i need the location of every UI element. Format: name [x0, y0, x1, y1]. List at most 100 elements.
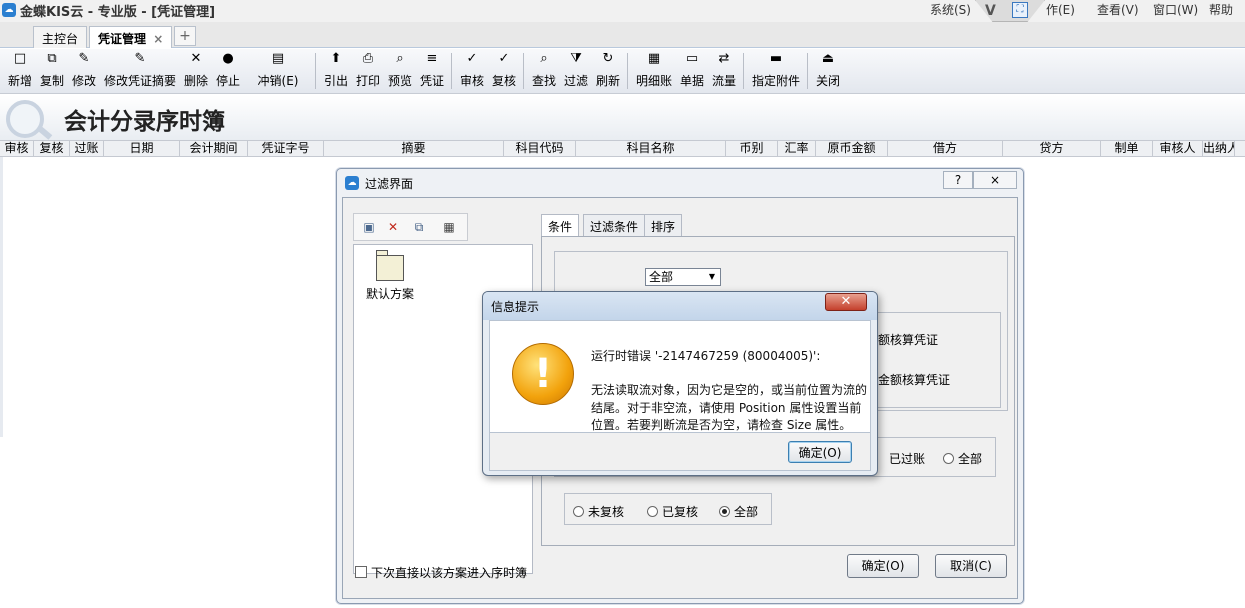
menu-help[interactable]: 帮助 — [1209, 1, 1233, 18]
tab-sort[interactable]: 排序 — [644, 214, 683, 236]
error-code-text: 运行时错误 '-2147467259 (80004005)': — [591, 349, 821, 363]
toolbar-separator — [451, 53, 452, 89]
title-bar: ☁ 金蝶KIS云 - 专业版 - [凭证管理] 系统(S) V ⛶ 作(E) 查… — [0, 0, 1245, 22]
radio-selected-icon — [719, 506, 730, 517]
copy-icon: ⧉ — [47, 51, 57, 66]
radio-icon — [647, 506, 658, 517]
scope-select[interactable]: 全部 ▼ — [645, 268, 721, 286]
posting-all-label: 全部 — [958, 452, 983, 466]
menu-view[interactable]: 查看(V) — [1097, 1, 1139, 18]
scope-select-value: 全部 — [649, 270, 674, 284]
toolbar-button-label: 流量 — [711, 74, 736, 88]
close-button[interactable]: × — [973, 171, 1017, 189]
column-header[interactable]: 科目名称 — [576, 141, 726, 156]
column-header[interactable]: 原币金额 — [816, 141, 888, 156]
recheck-all-option[interactable]: 全部 — [719, 503, 758, 520]
tab-home[interactable]: 主控台 — [33, 26, 88, 48]
new-doc-icon: □ — [13, 51, 27, 66]
filter-icon: ⧩ — [570, 51, 582, 66]
toolbar-button[interactable]: ↻ 刷新 — [593, 51, 623, 91]
toolbar-button[interactable]: ⧉ 复制 — [37, 51, 67, 91]
column-header[interactable]: 凭证字号 — [248, 141, 324, 156]
column-header[interactable]: 摘要 — [324, 141, 504, 156]
menu-system[interactable]: 系统(S) — [930, 1, 971, 18]
help-button[interactable]: ? — [943, 171, 973, 189]
chevron-down-icon[interactable]: ▼ — [706, 271, 718, 283]
ok-button[interactable]: 确定(O) — [847, 554, 919, 578]
column-header-row: 审核 复核 过账 日期 会计期间 凭证字号 摘要 科目代码 科目名称 币别 汇率 原币金额 借方 贷方 制单… — [0, 140, 1245, 157]
unrechecked-label: 未复核 — [588, 505, 625, 519]
rechecked-label: 已复核 — [662, 505, 699, 519]
toolbar-button[interactable]: ✓ 复核 — [489, 51, 519, 91]
column-header[interactable]: 贷方 — [1003, 141, 1101, 156]
toolbar-button[interactable]: ▭ 单据 — [677, 51, 707, 91]
column-header[interactable]: 币别 — [726, 141, 778, 156]
column-header[interactable]: 日期 — [104, 141, 180, 156]
copy-scheme-icon[interactable]: ⧉ — [410, 218, 428, 236]
toolbar-button[interactable]: ✎ 修改凭证摘要 — [101, 51, 179, 91]
toolbar-button-label: 复核 — [491, 74, 516, 88]
delete-icon[interactable]: ✕ — [384, 218, 402, 236]
toolbar-button[interactable]: ⇄ 流量 — [709, 51, 739, 91]
toolbar-button-label: 预览 — [387, 74, 412, 88]
toolbar-button-label: 停止 — [215, 74, 240, 88]
toolbar-button[interactable]: ✎ 修改 — [69, 51, 99, 91]
toolbar-separator — [627, 53, 628, 89]
column-header[interactable]: 出纳人 — [1203, 141, 1235, 156]
remember-scheme-checkbox[interactable] — [355, 566, 367, 578]
toolbar-button-label: 修改 — [71, 74, 96, 88]
preview-icon: ⌕ — [396, 51, 404, 66]
toolbar-button-label: 新增 — [7, 74, 32, 88]
column-header[interactable]: 会计期间 — [180, 141, 248, 156]
column-header[interactable]: 科目代码 — [504, 141, 576, 156]
toolbar-button[interactable]: ⬆ 引出 — [321, 51, 351, 91]
toolbar-button[interactable]: ● 停止 — [213, 51, 243, 91]
close-icon[interactable]: × — [153, 32, 163, 46]
toolbar-button[interactable]: □ 新增 — [5, 51, 35, 91]
toolbar-button[interactable]: ▦ 明细账 — [633, 51, 675, 91]
cancel-button[interactable]: 取消(C) — [935, 554, 1007, 578]
toolbar-button[interactable]: ⌕ 查找 — [529, 51, 559, 91]
toolbar-button[interactable]: ✓ 审核 — [457, 51, 487, 91]
column-header[interactable]: 过账 — [70, 141, 104, 156]
filter-dialog-title: 过滤界面 — [365, 177, 414, 191]
menu-window[interactable]: 窗口(W) — [1153, 1, 1198, 18]
column-header[interactable]: 汇率 — [778, 141, 816, 156]
toolbar-button-label: 刷新 — [595, 74, 620, 88]
column-header[interactable]: 审核人 — [1153, 141, 1203, 156]
chevron-down-icon[interactable]: V — [985, 3, 996, 19]
error-message-line: 位置。若要判断流是否为空，请检查 Size 属性。 — [591, 418, 852, 432]
column-header[interactable]: 审核 — [0, 141, 34, 156]
toolbar-button[interactable]: ▤ 冲销(E) — [245, 51, 311, 91]
toolbar-button[interactable]: ✕ 删除 — [181, 51, 211, 91]
toolbar-button[interactable]: ≡ 凭证 — [417, 51, 447, 91]
save-icon[interactable]: ▣ — [360, 218, 378, 236]
toolbar-button[interactable]: ⧩ 过滤 — [561, 51, 591, 91]
posting-all-option[interactable]: 全部 — [943, 450, 982, 467]
toolbar-button[interactable]: ▬ 指定附件 — [749, 51, 803, 91]
find-icon: ⌕ — [540, 51, 548, 66]
toolbar-button[interactable]: ⎙ 打印 — [353, 51, 383, 91]
tab-voucher-management[interactable]: 凭证管理 × — [89, 26, 173, 48]
edit-summary-icon: ✎ — [134, 51, 146, 66]
grid-icon[interactable]: ▦ — [440, 218, 458, 236]
posted-label: 已过账 — [889, 452, 926, 466]
add-tab-icon[interactable]: + — [174, 26, 196, 46]
fullscreen-icon[interactable]: ⛶ — [1012, 2, 1028, 18]
rechecked-option[interactable]: 已复核 — [647, 503, 698, 520]
posted-option[interactable]: 已过账 — [889, 450, 925, 467]
tab-conditions[interactable]: 条件 — [541, 214, 580, 236]
edit-icon: ✎ — [78, 51, 90, 66]
column-header[interactable]: 复核 — [34, 141, 70, 156]
column-header[interactable]: 制单 — [1101, 141, 1153, 156]
menu-operate[interactable]: 作(E) — [1046, 1, 1075, 18]
toolbar-button[interactable]: ⌕ 预览 — [385, 51, 415, 91]
close-button[interactable]: ✕ — [825, 293, 867, 311]
toolbar-button-label: 查找 — [531, 74, 556, 88]
toolbar-button-label: 打印 — [355, 74, 380, 88]
tab-filter-conditions[interactable]: 过滤条件 — [583, 214, 646, 236]
column-header[interactable]: 借方 — [888, 141, 1003, 156]
toolbar-button[interactable]: ⏏ 关闭 — [813, 51, 843, 91]
unrechecked-option[interactable]: 未复核 — [573, 503, 624, 520]
ok-button[interactable]: 确定(O) — [788, 441, 852, 463]
